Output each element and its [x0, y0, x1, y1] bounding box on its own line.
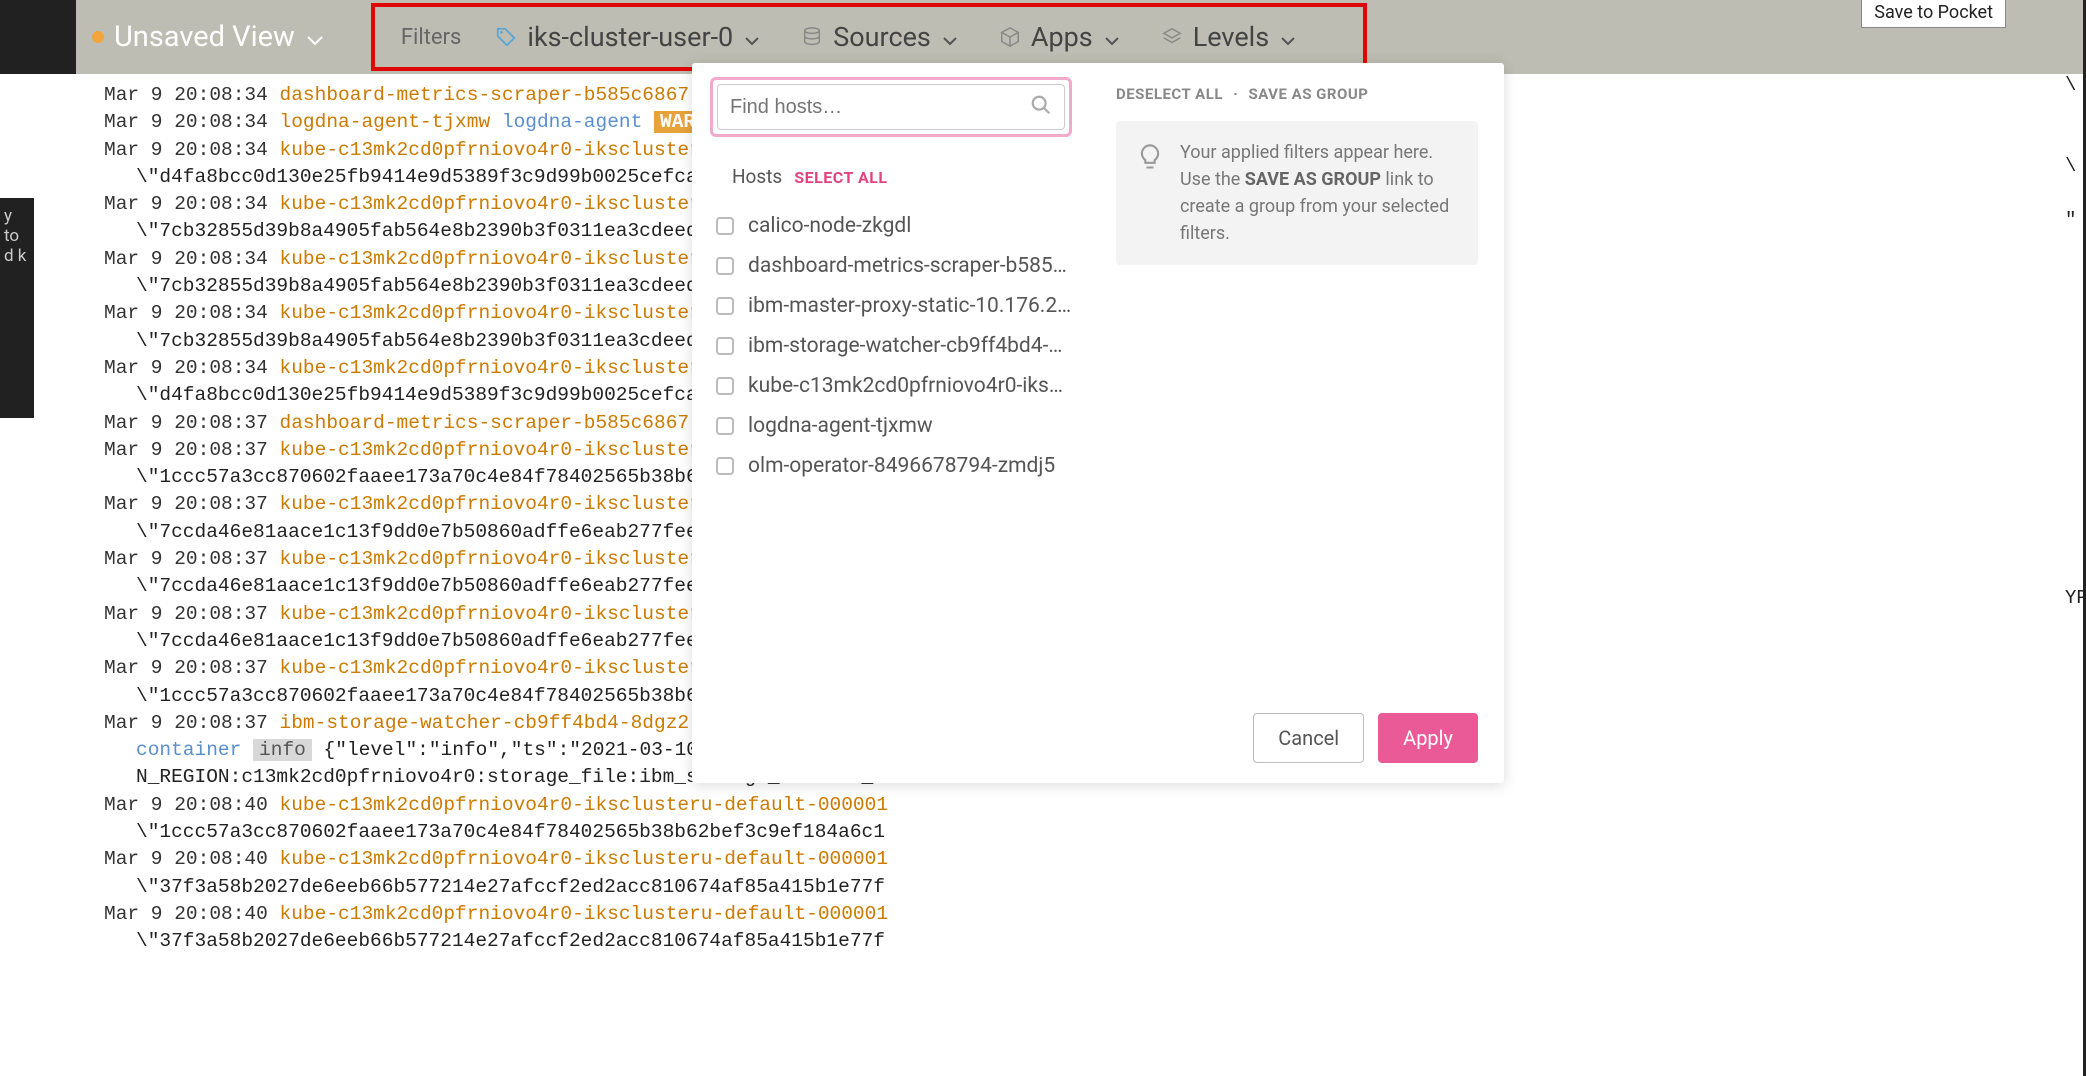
database-icon [801, 26, 823, 48]
filter-tags[interactable]: iks-cluster-user-0 [495, 21, 759, 53]
sidebar-text-fragment: y to d k [0, 198, 34, 418]
unsaved-indicator-dot [92, 31, 104, 43]
host-item[interactable]: logdna-agent-tjxmw [716, 406, 1072, 446]
popover-top-links: DESELECT ALL · SAVE AS GROUP [1116, 85, 1478, 103]
chevron-down-icon [1281, 21, 1295, 53]
host-search-input-wrap[interactable] [717, 84, 1065, 130]
search-icon [1030, 94, 1052, 120]
checkbox[interactable] [716, 297, 734, 315]
right-text-fragments: \\"YP [2065, 74, 2083, 1076]
select-all-link[interactable]: SELECT ALL [794, 168, 887, 187]
filters-bar: Filters iks-cluster-user-0 Sources Apps … [371, 3, 1367, 71]
filter-apps-label: Apps [1031, 21, 1093, 53]
hosts-label: Hosts [732, 165, 782, 188]
checkbox[interactable] [716, 457, 734, 475]
chevron-down-icon [1105, 21, 1119, 53]
host-item[interactable]: dashboard-metrics-scraper-b585c686… [716, 246, 1072, 286]
filter-levels[interactable]: Levels [1161, 21, 1295, 53]
deselect-all-link[interactable]: DESELECT ALL [1116, 85, 1223, 103]
host-search-input[interactable] [730, 96, 1030, 119]
log-line[interactable]: Mar 9 20:08:40 kube-c13mk2cd0pfrniovo4r0… [104, 846, 2058, 873]
host-item[interactable]: olm-operator-8496678794-zmdj5 [716, 446, 1072, 486]
host-name: kube-c13mk2cd0pfrniovo4r0-iksclust… [748, 374, 1072, 398]
log-line[interactable]: Mar 9 20:08:40 kube-c13mk2cd0pfrniovo4r0… [104, 792, 2058, 819]
chevron-down-icon [745, 21, 759, 53]
host-name: dashboard-metrics-scraper-b585c686… [748, 254, 1072, 278]
host-name: olm-operator-8496678794-zmdj5 [748, 454, 1055, 478]
popover-right-column: DESELECT ALL · SAVE AS GROUP Your applie… [1090, 63, 1504, 783]
popover-actions: Cancel Apply [1253, 713, 1478, 763]
checkbox[interactable] [716, 257, 734, 275]
host-item[interactable]: ibm-storage-watcher-cb9ff4bd4-8dgz2 [716, 326, 1072, 366]
lightbulb-icon [1136, 143, 1164, 247]
filters-label: Filters [401, 25, 462, 50]
cancel-button[interactable]: Cancel [1253, 713, 1364, 763]
filter-tags-label: iks-cluster-user-0 [527, 21, 733, 53]
search-highlight [710, 77, 1072, 137]
filter-sources-label: Sources [833, 21, 931, 53]
filter-sources[interactable]: Sources [801, 21, 957, 53]
hosts-header: Hosts SELECT ALL [710, 165, 1072, 188]
host-list: calico-node-zkgdl dashboard-metrics-scrap… [710, 206, 1072, 486]
checkbox[interactable] [716, 337, 734, 355]
layers-icon [1161, 26, 1183, 48]
host-item[interactable]: ibm-master-proxy-static-10.176.24.141 [716, 286, 1072, 326]
filter-levels-label: Levels [1193, 21, 1269, 53]
save-as-group-link[interactable]: SAVE AS GROUP [1248, 85, 1368, 103]
hint-text: Your applied filters appear here. Use th… [1180, 139, 1458, 247]
log-line[interactable]: Mar 9 20:08:40 kube-c13mk2cd0pfrniovo4r0… [104, 901, 2058, 928]
host-item[interactable]: calico-node-zkgdl [716, 206, 1072, 246]
tag-icon [495, 26, 517, 48]
save-to-pocket-button[interactable]: Save to Pocket [1861, 0, 2006, 28]
apply-button[interactable]: Apply [1378, 713, 1478, 763]
host-name: calico-node-zkgdl [748, 214, 911, 238]
sidebar-nav-stub [0, 0, 76, 74]
separator-dot: · [1233, 85, 1238, 103]
view-selector[interactable]: Unsaved View [114, 20, 323, 54]
filter-apps[interactable]: Apps [999, 21, 1119, 53]
host-name: ibm-master-proxy-static-10.176.24.141 [748, 294, 1072, 318]
view-label: Unsaved View [114, 20, 295, 54]
chevron-down-icon [307, 20, 323, 54]
sources-popover: Hosts SELECT ALL calico-node-zkgdl dashbo… [692, 63, 1504, 783]
chevron-down-icon [943, 21, 957, 53]
host-item[interactable]: kube-c13mk2cd0pfrniovo4r0-iksclust… [716, 366, 1072, 406]
cube-icon [999, 26, 1021, 48]
checkbox[interactable] [716, 417, 734, 435]
host-name: ibm-storage-watcher-cb9ff4bd4-8dgz2 [748, 334, 1072, 358]
popover-left-column: Hosts SELECT ALL calico-node-zkgdl dashbo… [692, 63, 1090, 783]
checkbox[interactable] [716, 377, 734, 395]
host-name: logdna-agent-tjxmw [748, 414, 933, 438]
checkbox[interactable] [716, 217, 734, 235]
hint-box: Your applied filters appear here. Use th… [1116, 121, 1478, 265]
